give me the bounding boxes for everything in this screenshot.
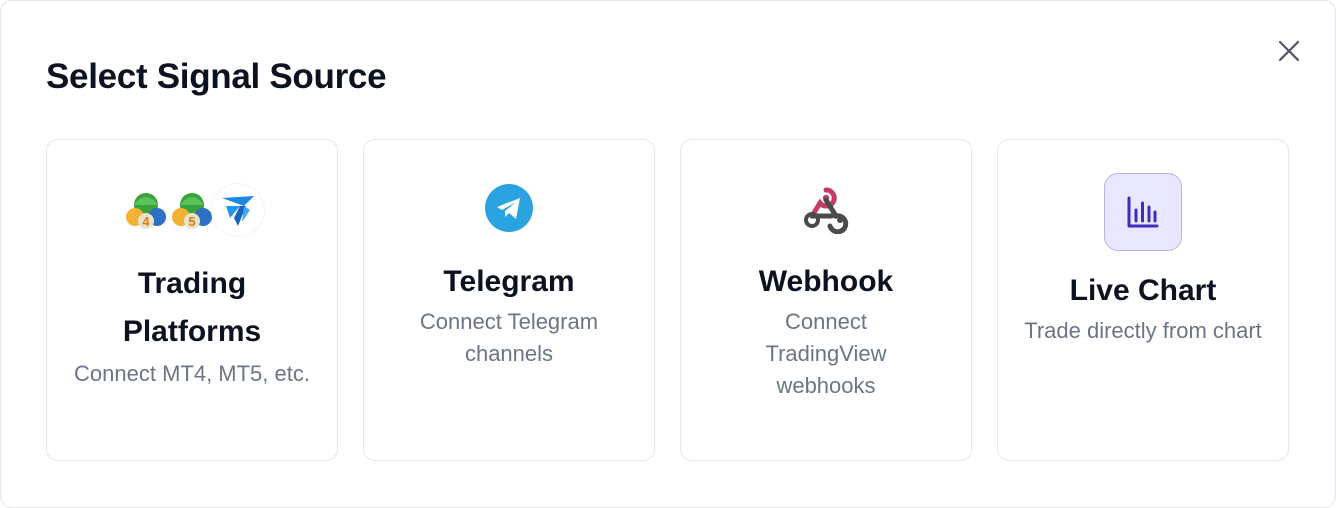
modal-title: Select Signal Source bbox=[46, 57, 387, 96]
card-live-chart[interactable]: Live Chart Trade directly from chart bbox=[997, 139, 1289, 461]
card-description: Connect TradingView webhooks bbox=[765, 309, 887, 398]
close-button[interactable] bbox=[1273, 35, 1305, 67]
platform-icons: 4 5 bbox=[120, 180, 264, 240]
card-title: Webhook bbox=[758, 265, 894, 298]
close-icon bbox=[1278, 40, 1300, 62]
card-telegram[interactable]: Telegram Connect Telegram channels bbox=[363, 139, 655, 461]
card-webhook[interactable]: Webhook Connect TradingView webhooks bbox=[680, 139, 972, 461]
webhook-icon bbox=[804, 187, 849, 234]
mt4-icon: 4 bbox=[120, 184, 172, 236]
card-description: Connect MT4, MT5, etc. bbox=[74, 361, 310, 386]
card-title: Trading Platforms bbox=[122, 267, 262, 348]
card-description: Trade directly from chart bbox=[1024, 318, 1262, 343]
signal-source-modal: Select Signal Source 4 5 Trading Platfor… bbox=[0, 0, 1336, 508]
svg-text:5: 5 bbox=[188, 214, 195, 229]
card-title: Live Chart bbox=[1069, 274, 1217, 307]
card-title: Telegram bbox=[443, 265, 575, 298]
live-chart-icon-box bbox=[1104, 173, 1182, 251]
mt5-icon: 5 bbox=[166, 184, 218, 236]
card-description: Connect Telegram channels bbox=[419, 309, 599, 366]
tradelocker-icon bbox=[212, 184, 264, 236]
card-trading-platforms[interactable]: 4 5 Trading Platforms Connect MT4, MT5, … bbox=[46, 139, 338, 461]
telegram-icon bbox=[485, 184, 533, 232]
signal-source-cards: 4 5 Trading Platforms Connect MT4, MT5, … bbox=[46, 139, 1289, 461]
svg-text:4: 4 bbox=[142, 214, 150, 229]
bar-chart-icon bbox=[1127, 196, 1159, 228]
